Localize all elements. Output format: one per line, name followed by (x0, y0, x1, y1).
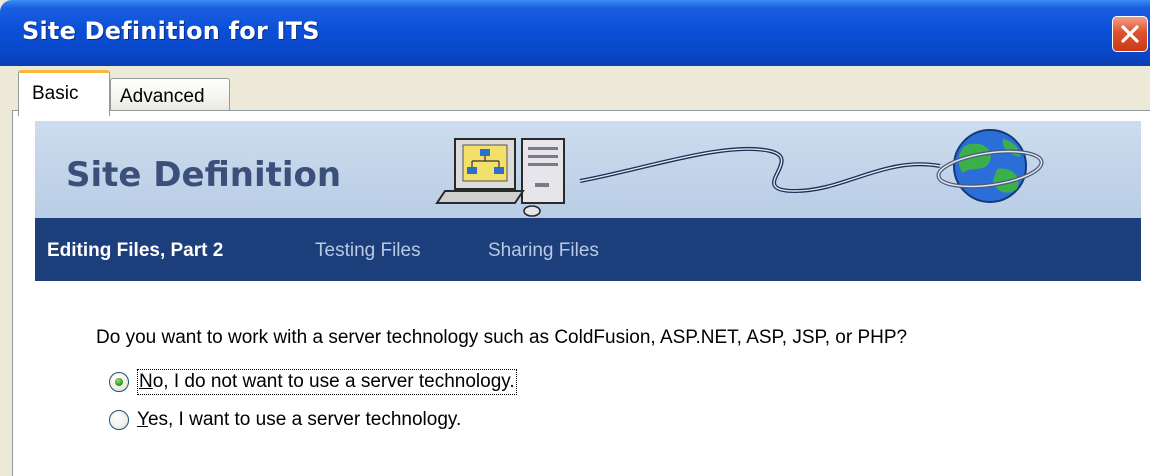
dialog-window: Site Definition for ITS Basic Advanced S… (0, 0, 1150, 476)
step-sharing-files: Sharing Files (488, 240, 599, 261)
close-button[interactable] (1112, 16, 1148, 52)
radio-button-selected[interactable] (109, 372, 129, 392)
tab-panel: Site Definition Editing Files, Part 2 Te… (12, 110, 1150, 476)
step-editing-files-part-2: Editing Files, Part 2 (47, 240, 224, 261)
close-icon (1121, 25, 1139, 43)
server-technology-question: Do you want to work with a server techno… (96, 327, 908, 348)
option-label: Yes, I want to use a server technology. (137, 409, 462, 430)
window-title: Site Definition for ITS (22, 17, 320, 45)
tab-label: Basic (32, 83, 79, 104)
radio-button[interactable] (109, 410, 129, 430)
wizard-step-bar: Editing Files, Part 2 Testing Files Shar… (35, 218, 1141, 281)
tab-strip: Basic Advanced (0, 66, 1150, 116)
tab-label: Advanced (120, 86, 205, 107)
computer-globe-illustration (435, 129, 1044, 217)
title-bar[interactable]: Site Definition for ITS (0, 0, 1150, 66)
site-definition-banner: Site Definition (35, 121, 1141, 218)
option-label: No, I do not want to use a server techno… (137, 369, 517, 395)
tab-advanced[interactable]: Advanced (110, 78, 230, 114)
step-testing-files: Testing Files (315, 240, 421, 261)
tab-basic[interactable]: Basic (18, 70, 110, 116)
